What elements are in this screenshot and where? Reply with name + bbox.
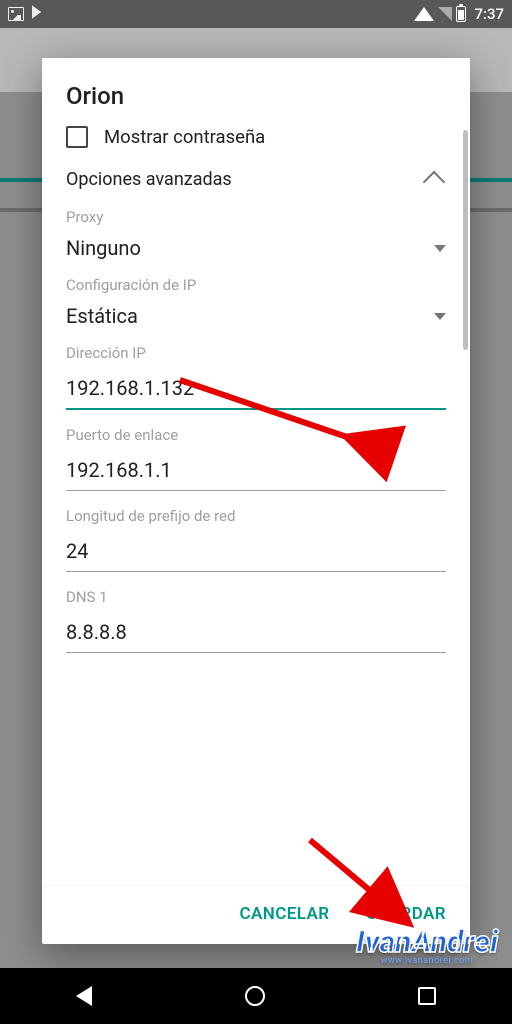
dns1-input[interactable]: [66, 616, 446, 653]
wifi-icon: [414, 7, 434, 21]
status-bar: 7:37: [0, 0, 512, 28]
dialog-scroll-area[interactable]: Mostrar contraseña Opciones avanzadas Pr…: [42, 126, 470, 885]
prefix-length-label: Longitud de prefijo de red: [66, 507, 446, 525]
dropdown-arrow-icon: [434, 245, 446, 252]
prefix-length-input[interactable]: [66, 535, 446, 572]
image-icon: [8, 7, 24, 21]
dialog-title: Orion: [42, 58, 470, 126]
proxy-value: Ninguno: [66, 236, 141, 260]
dropdown-arrow-icon: [434, 313, 446, 320]
ip-config-label: Configuración de IP: [66, 276, 446, 294]
play-store-icon: [30, 4, 46, 24]
cancel-button[interactable]: CANCELAR: [226, 892, 344, 936]
gateway-label: Puerto de enlace: [66, 426, 446, 444]
watermark: IvanAndrei www.ivanandrei.com: [356, 925, 498, 966]
advanced-options-toggle[interactable]: Opciones avanzadas: [66, 168, 446, 190]
watermark-text: IvanAndrei: [356, 925, 498, 960]
scrollbar-thumb[interactable]: [463, 130, 468, 350]
gateway-input[interactable]: [66, 454, 446, 491]
cell-signal-icon: [438, 7, 452, 21]
advanced-options-label: Opciones avanzadas: [66, 169, 232, 190]
nav-recents-icon[interactable]: [418, 987, 436, 1005]
proxy-dropdown[interactable]: Ninguno: [66, 236, 446, 260]
nav-back-icon[interactable]: [76, 986, 92, 1006]
nav-home-icon[interactable]: [245, 986, 265, 1006]
proxy-label: Proxy: [66, 208, 446, 226]
ip-address-input[interactable]: [66, 372, 446, 410]
dns1-label: DNS 1: [66, 588, 446, 606]
ip-config-dropdown[interactable]: Estática: [66, 304, 446, 328]
android-nav-bar: [0, 968, 512, 1024]
wifi-edit-dialog: Orion Mostrar contraseña Opciones avanza…: [42, 58, 470, 944]
show-password-row[interactable]: Mostrar contraseña: [66, 126, 446, 148]
ip-config-value: Estática: [66, 304, 138, 328]
show-password-label: Mostrar contraseña: [104, 126, 265, 148]
battery-icon: [456, 6, 466, 22]
status-time: 7:37: [474, 5, 504, 23]
ip-address-label: Dirección IP: [66, 344, 446, 362]
chevron-up-icon: [423, 171, 446, 194]
show-password-checkbox[interactable]: [66, 126, 88, 148]
